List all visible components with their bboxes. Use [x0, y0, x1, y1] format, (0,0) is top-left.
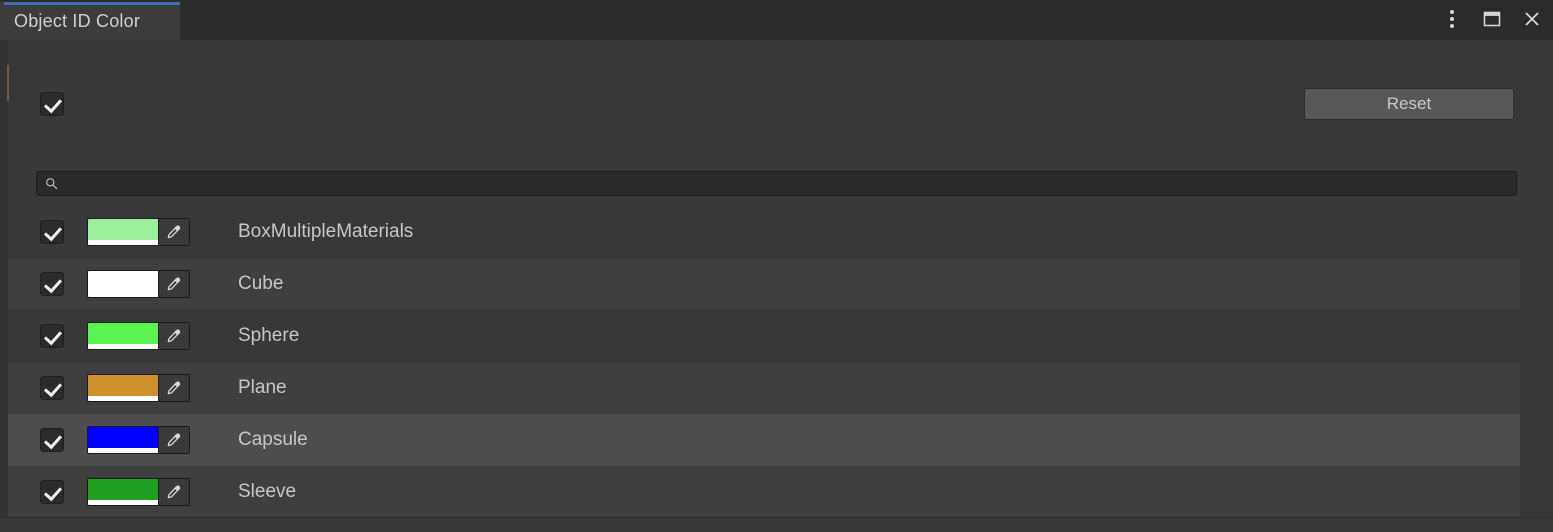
row-label: BoxMultipleMaterials: [238, 221, 414, 242]
eyedropper-icon: [167, 432, 181, 446]
color-swatch-fill: [88, 219, 158, 240]
eyedropper-icon: [167, 224, 181, 238]
row-enable-checkbox[interactable]: [40, 272, 64, 296]
color-swatch-fill: [88, 323, 158, 344]
color-swatch: [88, 271, 158, 297]
maximize-button[interactable]: [1479, 6, 1505, 32]
color-swatch: [88, 427, 158, 453]
color-swatch: [88, 375, 158, 401]
color-swatch: [88, 323, 158, 349]
row-label: Sphere: [238, 325, 300, 346]
color-swatch-alpha: [88, 292, 158, 297]
search-input[interactable]: [64, 176, 1508, 191]
color-field[interactable]: [87, 478, 190, 506]
window-controls: [1439, 6, 1545, 32]
color-swatch-fill: [88, 375, 158, 396]
color-swatch-fill: [88, 479, 158, 500]
eyedropper-button[interactable]: [157, 479, 189, 505]
color-swatch-alpha: [88, 500, 158, 505]
color-swatch: [88, 219, 158, 245]
close-icon: [1525, 12, 1539, 26]
toolbar-row: Reset: [0, 84, 1553, 124]
color-field[interactable]: [87, 322, 190, 350]
row-label: Capsule: [238, 429, 308, 450]
close-button[interactable]: [1519, 6, 1545, 32]
color-swatch-alpha: [88, 240, 158, 245]
window-body: Reset BoxMultipleMaterials Cube Sphere P…: [0, 40, 1553, 532]
reset-button-label: Reset: [1386, 94, 1432, 113]
row-enable-checkbox[interactable]: [40, 376, 64, 400]
eyedropper-button[interactable]: [157, 219, 189, 245]
row-label: Sleeve: [238, 481, 297, 502]
row-label: Plane: [238, 377, 287, 398]
color-swatch: [88, 479, 158, 505]
row-enable-checkbox[interactable]: [40, 480, 64, 504]
eyedropper-button[interactable]: [157, 323, 189, 349]
table-row[interactable]: BoxMultipleMaterials: [0, 206, 1553, 258]
color-swatch-fill: [88, 427, 158, 448]
eyedropper-button[interactable]: [157, 375, 189, 401]
table-row[interactable]: Sphere: [0, 310, 1553, 362]
tab-label: Object ID Color: [14, 10, 141, 31]
object-color-list: BoxMultipleMaterials Cube Sphere Plane C…: [0, 206, 1553, 518]
table-row[interactable]: Capsule: [0, 414, 1553, 466]
row-enable-checkbox[interactable]: [40, 220, 64, 244]
tab-object-id-color[interactable]: Object ID Color: [0, 2, 180, 40]
bottom-strip: [0, 518, 1553, 532]
eyedropper-icon: [167, 380, 181, 394]
color-field[interactable]: [87, 270, 190, 298]
eyedropper-button[interactable]: [157, 427, 189, 453]
eyedropper-button[interactable]: [157, 271, 189, 297]
color-field[interactable]: [87, 374, 190, 402]
color-field[interactable]: [87, 426, 190, 454]
table-row[interactable]: Sleeve: [0, 466, 1553, 518]
color-swatch-alpha: [88, 396, 158, 401]
color-swatch-alpha: [88, 344, 158, 349]
color-field[interactable]: [87, 218, 190, 246]
color-swatch-fill: [88, 271, 158, 292]
search-icon: [45, 177, 58, 190]
eyedropper-icon: [167, 484, 181, 498]
row-label: Cube: [238, 273, 284, 294]
master-enable-checkbox[interactable]: [40, 92, 64, 116]
row-enable-checkbox[interactable]: [40, 324, 64, 348]
object-id-color-window: Object ID Color Reset BoxMultipleMateria…: [0, 0, 1553, 532]
table-row[interactable]: Plane: [0, 362, 1553, 414]
color-swatch-alpha: [88, 448, 158, 453]
more-options-button[interactable]: [1439, 6, 1465, 32]
table-row[interactable]: Cube: [0, 258, 1553, 310]
kebab-menu-icon: [1450, 10, 1454, 28]
window-titlebar: Object ID Color: [0, 0, 1553, 40]
eyedropper-icon: [167, 276, 181, 290]
search-field[interactable]: [36, 171, 1517, 196]
eyedropper-icon: [167, 328, 181, 342]
maximize-icon: [1483, 11, 1501, 27]
row-enable-checkbox[interactable]: [40, 428, 64, 452]
reset-button[interactable]: Reset: [1304, 88, 1514, 120]
